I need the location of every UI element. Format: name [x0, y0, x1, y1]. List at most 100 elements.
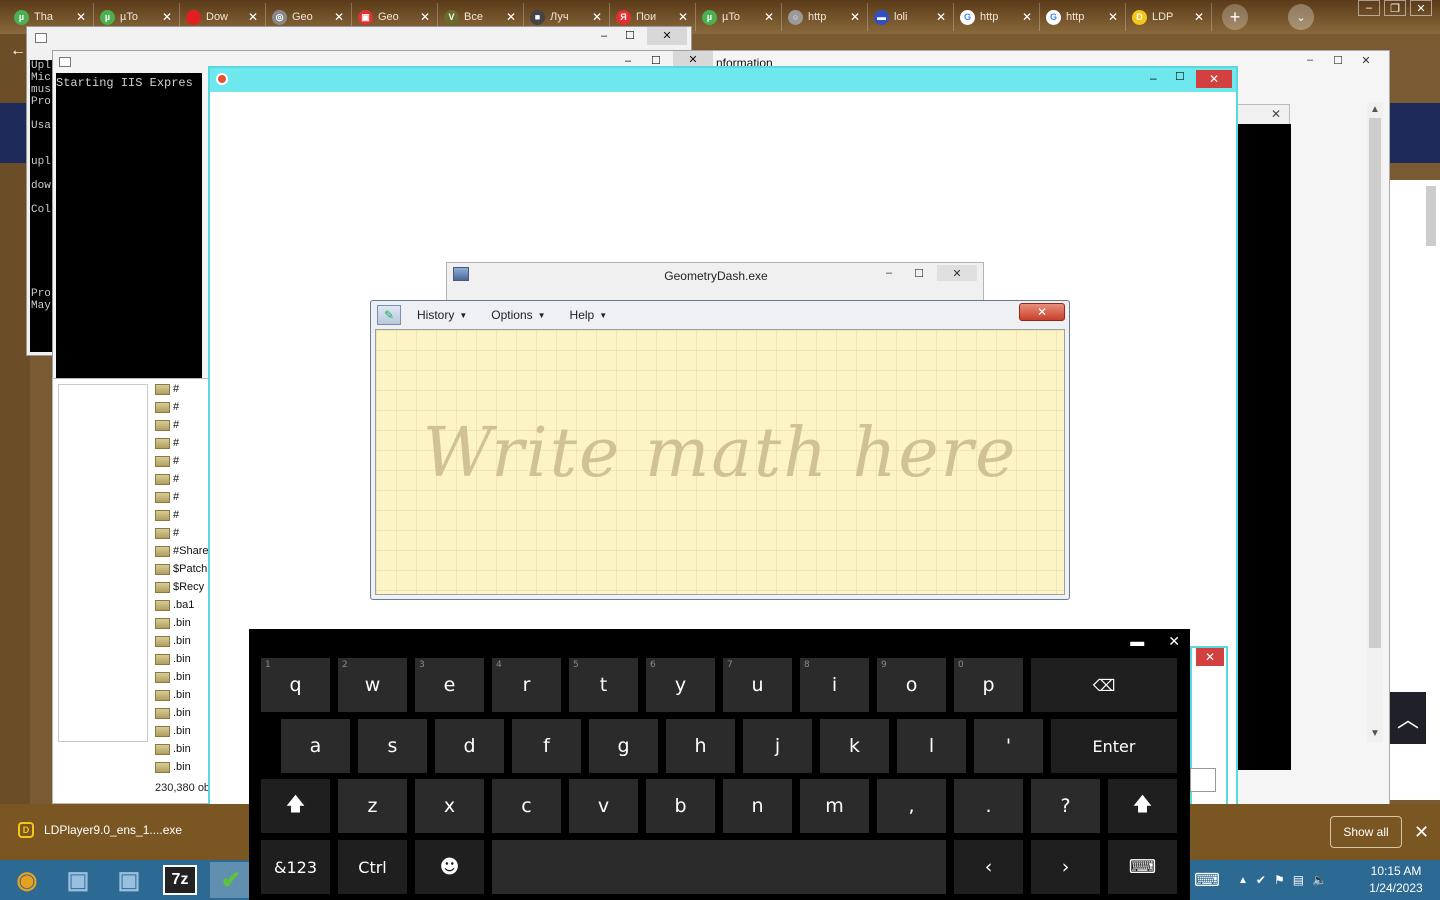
folder-item[interactable]: #Share	[155, 542, 209, 560]
show-all-button[interactable]: Show all	[1330, 816, 1402, 848]
close-tab-icon[interactable]: ✕	[247, 10, 259, 24]
close-tab-icon[interactable]: ✕	[419, 10, 431, 24]
folder-item[interactable]: #	[155, 452, 209, 470]
browser-tab[interactable]: ▬ loli ✕	[868, 3, 954, 31]
key-r[interactable]: 4r	[492, 658, 561, 712]
close-keyboard-icon[interactable]: ✕	[1168, 633, 1180, 650]
close-icon[interactable]: ✕	[1354, 52, 1378, 68]
browser-tab[interactable]: Ghttp ✕	[1040, 3, 1126, 31]
scrollbar-thumb[interactable]	[1369, 118, 1381, 648]
close-icon[interactable]: ✕	[1271, 107, 1281, 121]
key-n[interactable]: n	[723, 779, 792, 833]
key-?[interactable]: ?	[1031, 779, 1100, 833]
maximize-icon[interactable]: ☐	[1326, 52, 1350, 68]
close-button[interactable]: ✕	[1019, 303, 1065, 321]
close-tab-icon[interactable]: ✕	[849, 10, 861, 24]
minimize-icon[interactable]: –	[877, 265, 901, 281]
close-tab-icon[interactable]: ✕	[333, 10, 345, 24]
emoji-key[interactable]: ☻	[415, 840, 484, 894]
key-b[interactable]: b	[646, 779, 715, 833]
scroll-down-icon[interactable]: ▼	[1370, 728, 1380, 739]
folder-item[interactable]: #	[155, 416, 209, 434]
key-u[interactable]: 7u	[723, 658, 792, 712]
shift-key[interactable]: 🡅	[261, 779, 330, 833]
key-e[interactable]: 3e	[415, 658, 484, 712]
close-icon[interactable]: ✕	[937, 265, 977, 281]
symbols-key[interactable]: &123	[261, 840, 330, 894]
folder-item[interactable]: .bin	[155, 650, 209, 668]
remote-desktop-icon-2[interactable]: ▣	[108, 862, 150, 898]
space-key[interactable]	[492, 840, 946, 894]
left-arrow-key[interactable]: ‹	[954, 840, 1023, 894]
key-v[interactable]: v	[569, 779, 638, 833]
folder-item[interactable]: .bin	[155, 740, 209, 758]
key-z[interactable]: z	[338, 779, 407, 833]
close-tab-icon[interactable]: ✕	[591, 10, 603, 24]
back-arrow-icon[interactable]: ←	[10, 42, 26, 60]
close-tab-icon[interactable]: ✕	[1021, 10, 1033, 24]
menu-history[interactable]: History ▼	[409, 308, 475, 322]
key-i[interactable]: 8i	[800, 658, 869, 712]
key-l[interactable]: l	[897, 719, 966, 773]
key-c[interactable]: c	[492, 779, 561, 833]
close-tab-icon[interactable]: ✕	[763, 10, 775, 24]
key-g[interactable]: g	[589, 719, 658, 773]
minimize-icon[interactable]: –	[1298, 52, 1322, 68]
close-tab-icon[interactable]: ✕	[505, 10, 517, 24]
taskbar-clock[interactable]: 10:15 AM 1/24/2023	[1356, 863, 1436, 897]
touch-keyboard-icon[interactable]: ⌨	[1194, 870, 1220, 891]
key-a[interactable]: a	[281, 719, 350, 773]
volume-icon[interactable]: 🔈	[1312, 873, 1327, 887]
folder-item[interactable]: #	[155, 524, 209, 542]
key-k[interactable]: k	[820, 719, 889, 773]
close-tab-icon[interactable]: ✕	[161, 10, 173, 24]
menu-help[interactable]: Help ▼	[562, 308, 616, 322]
folder-item[interactable]: .bin	[155, 632, 209, 650]
close-download-shelf-button[interactable]: ✕	[1414, 822, 1429, 843]
tab-search-button[interactable]: ⌄	[1288, 4, 1314, 30]
folder-item[interactable]: .bin	[155, 614, 209, 632]
key-m[interactable]: m	[800, 779, 869, 833]
folder-item[interactable]: .bin	[155, 668, 209, 686]
key-'[interactable]: '	[974, 719, 1043, 773]
dock-keyboard-icon[interactable]: ▬	[1130, 633, 1144, 650]
scroll-to-top-button[interactable]: ︿	[1390, 692, 1426, 744]
dialog-button[interactable]	[1190, 768, 1216, 792]
browser-tab[interactable]: D LDP ✕	[1126, 3, 1212, 31]
folder-item[interactable]: #	[155, 506, 209, 524]
scroll-up-icon[interactable]: ▲	[1370, 104, 1380, 115]
math-input-icon[interactable]: ✔	[210, 862, 252, 898]
key-s[interactable]: s	[358, 719, 427, 773]
folder-item[interactable]: .bin	[155, 686, 209, 704]
close-icon[interactable]: ✕	[1196, 648, 1224, 666]
folder-item[interactable]: .bin	[155, 704, 209, 722]
writing-area[interactable]: Write math here	[375, 329, 1065, 595]
minimize-icon[interactable]: –	[1358, 0, 1380, 16]
close-icon[interactable]: ✕	[1196, 70, 1232, 88]
key-p[interactable]: 0p	[954, 658, 1023, 712]
key-.[interactable]: .	[954, 779, 1023, 833]
key-d[interactable]: d	[435, 719, 504, 773]
network-icon[interactable]: ▤	[1293, 873, 1304, 887]
minimize-icon[interactable]: –	[1150, 71, 1157, 85]
chrome-icon[interactable]: ◉	[6, 862, 48, 898]
close-icon[interactable]: ✕	[647, 27, 687, 45]
close-tab-icon[interactable]: ✕	[1193, 10, 1205, 24]
key-o[interactable]: 9o	[877, 658, 946, 712]
browser-tab[interactable]: ○ http ✕	[782, 3, 868, 31]
action-center-icon[interactable]: ✔	[1256, 873, 1266, 887]
close-tab-icon[interactable]: ✕	[677, 10, 689, 24]
remote-desktop-icon[interactable]: ▣	[57, 862, 99, 898]
7zip-icon[interactable]: 7z	[163, 865, 197, 895]
close-tab-icon[interactable]: ✕	[75, 10, 87, 24]
chevron-up-icon[interactable]: ▲	[1238, 875, 1248, 886]
maximize-icon[interactable]: ☐	[625, 29, 635, 42]
close-tab-icon[interactable]: ✕	[1107, 10, 1119, 24]
key-,[interactable]: ,	[877, 779, 946, 833]
close-tab-icon[interactable]: ✕	[935, 10, 947, 24]
flag-icon[interactable]: ⚑	[1274, 873, 1285, 887]
browser-tab[interactable]: µ µTo ✕	[696, 3, 782, 31]
folder-item[interactable]: #	[155, 434, 209, 452]
folder-item[interactable]: #	[155, 470, 209, 488]
key-x[interactable]: x	[415, 779, 484, 833]
